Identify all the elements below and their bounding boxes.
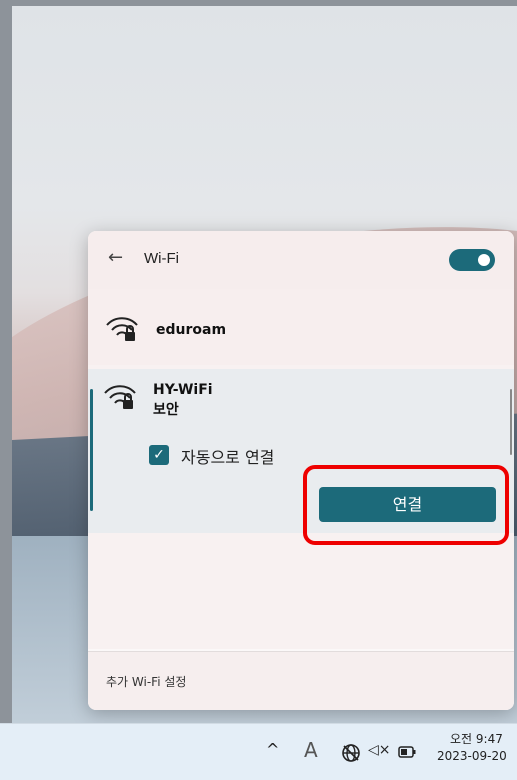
flyout-header: ← Wi-Fi	[88, 231, 514, 289]
battery-icon[interactable]	[398, 746, 416, 758]
wifi-toggle[interactable]	[449, 249, 495, 271]
auto-connect-checkbox[interactable]: ✓	[149, 445, 169, 465]
volume-muted-icon[interactable]: ◁×	[368, 742, 391, 758]
auto-connect-label: 자동으로 연결	[181, 448, 275, 467]
wifi-flyout: ← Wi-Fi eduroam HY-WiFi 보안 ✓ 자동으로 연결 연결 …	[88, 231, 514, 710]
taskbar: ^ A ◁× 오전 9:47 2023-09-20	[0, 723, 517, 780]
network-name: eduroam	[156, 322, 227, 338]
selection-indicator	[90, 389, 93, 511]
network-name: HY-WiFi	[153, 382, 213, 398]
wifi-secure-icon	[104, 385, 136, 409]
clock-time[interactable]: 오전 9:47	[450, 730, 503, 747]
globe-icon[interactable]	[340, 742, 362, 764]
scrollbar[interactable]	[510, 389, 512, 455]
clock-date[interactable]: 2023-09-20	[437, 749, 507, 763]
flyout-footer: 추가 Wi-Fi 설정	[88, 651, 514, 710]
more-wifi-settings-link[interactable]: 추가 Wi-Fi 설정	[106, 673, 186, 690]
chevron-up-icon[interactable]: ^	[266, 740, 279, 759]
highlight-box	[303, 465, 509, 545]
input-indicator[interactable]: A	[304, 738, 318, 762]
back-arrow-icon[interactable]: ←	[108, 247, 123, 268]
wifi-secure-icon	[106, 317, 138, 341]
toggle-knob	[478, 254, 490, 266]
network-security-status: 보안	[153, 402, 179, 418]
flyout-title: Wi-Fi	[144, 250, 179, 267]
network-item-eduroam[interactable]: eduroam	[88, 289, 514, 365]
